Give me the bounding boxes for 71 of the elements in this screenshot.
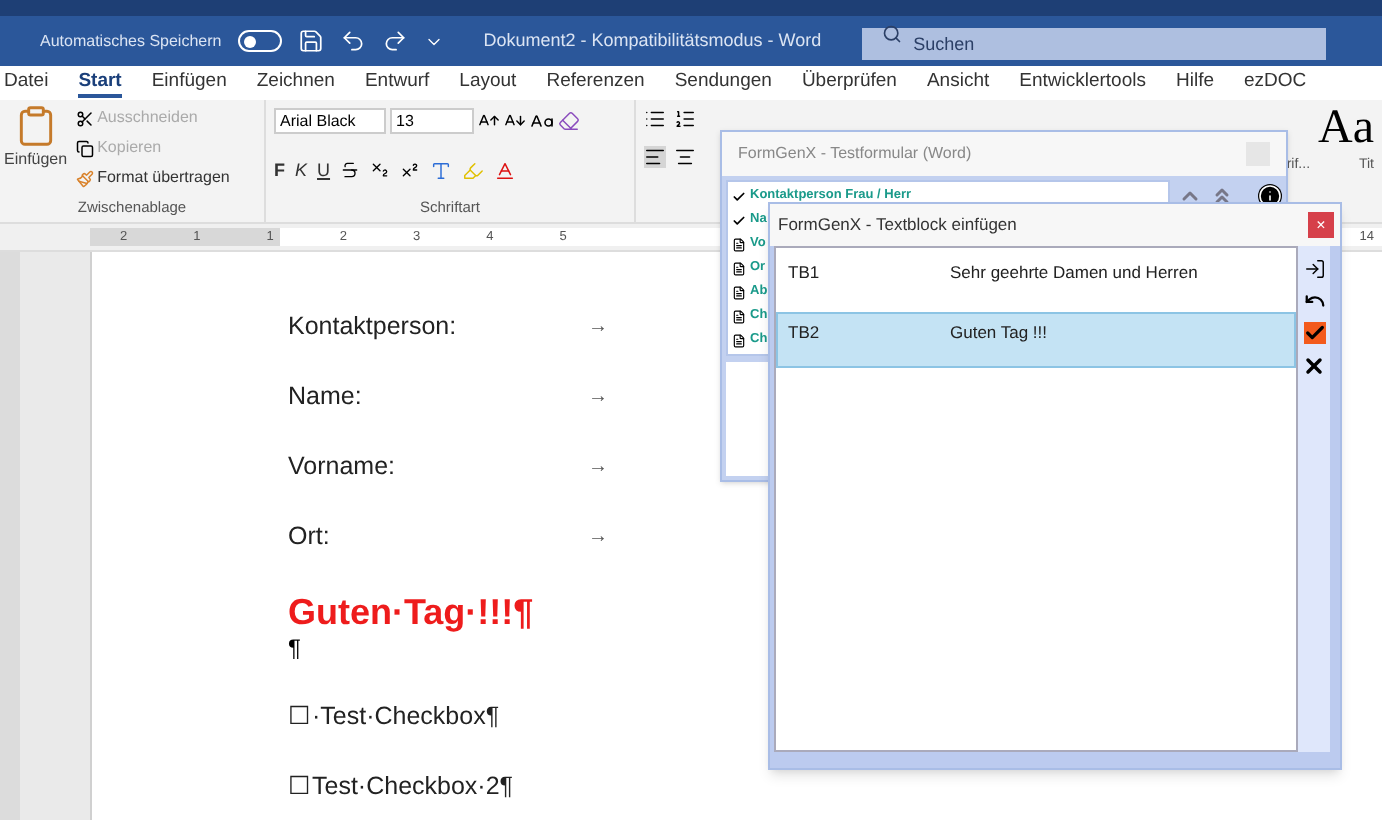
document-icon (732, 333, 746, 347)
scissors-icon (75, 109, 94, 127)
font-size-field[interactable]: 13 (390, 108, 474, 134)
menu-tab[interactable]: Sendungen (674, 68, 772, 98)
checkbox-line: ☐·Test·Checkbox¶ (288, 700, 502, 734)
autosave-toggle[interactable] (237, 30, 282, 52)
undo-icon[interactable] (1303, 290, 1325, 312)
menu-tab[interactable]: Ansicht (926, 68, 990, 98)
menu-tab[interactable]: Hilfe (1175, 68, 1214, 98)
numbered-list-icon[interactable] (674, 108, 696, 130)
table-row[interactable]: TB2 Guten Tag !!! (776, 312, 1296, 368)
undo-icon[interactable] (339, 28, 366, 54)
table-cell-text: TB1 (786, 260, 822, 286)
table-cell-text: TB2 (786, 320, 822, 346)
menu-tab[interactable]: Einfügen (151, 68, 227, 98)
insert-icon[interactable] (1303, 258, 1325, 280)
menu-tab[interactable]: Layout (459, 68, 517, 98)
menu-tab[interactable]: Datei (4, 68, 49, 98)
menu-tab[interactable]: Entwicklertools (1019, 68, 1146, 98)
font-family-field[interactable]: Arial Black (274, 108, 386, 134)
subscript-icon[interactable] (370, 160, 391, 181)
paintbrush-icon (75, 169, 94, 187)
align-left-icon[interactable] (644, 146, 666, 168)
align-center-icon[interactable] (674, 146, 696, 168)
format-button[interactable]: U (317, 157, 331, 185)
field-label: Ort: (288, 520, 332, 555)
menu-tab[interactable]: Entwurf (364, 68, 430, 98)
superscript-icon[interactable] (400, 160, 421, 181)
paste-button[interactable]: Einfügen (4, 148, 68, 172)
table-cell-text: Guten Tag !!! (950, 320, 1048, 346)
menu-tab[interactable]: Zeichnen (256, 68, 335, 98)
format-button[interactable]: F (274, 157, 285, 185)
font-color-icon[interactable] (494, 159, 517, 182)
document-icon (732, 285, 746, 299)
field-label: Kontaktperson: (288, 310, 459, 345)
clipboard-action[interactable]: Format übertragen (97, 166, 230, 190)
strikethrough-icon[interactable] (340, 160, 361, 181)
dialog-title: FormGenX - Textblock einfügen (778, 212, 1019, 238)
field-label: Name: (288, 380, 364, 415)
clear-format-icon[interactable] (558, 110, 580, 132)
style-sample[interactable]: Aa (1318, 100, 1374, 156)
tab-mark: → (588, 524, 608, 552)
checkbox-line: ☐Test·Checkbox·2¶ (288, 770, 516, 804)
search-icon (881, 23, 902, 43)
redo-icon[interactable] (381, 28, 408, 54)
dialog-title: FormGenX - Testformular (Word) (738, 142, 974, 166)
document-icon (732, 261, 746, 275)
close-icon[interactable] (1302, 354, 1326, 378)
tab-mark: → (588, 454, 608, 482)
paragraph-mark: ¶ (288, 632, 303, 664)
top-icon[interactable] (1210, 184, 1234, 208)
table-cell-text: Sehr geehrte Damen und Herren (950, 260, 1198, 286)
autosave-label: Automatisches Speichern (40, 29, 222, 53)
field-label: Vorname: (288, 450, 398, 485)
save-icon[interactable] (297, 28, 324, 54)
menu-tab[interactable]: Überprüfen (801, 68, 897, 98)
window-title: Dokument2 - Kompatibilitätsmodus - Word (483, 27, 822, 54)
menu-tab[interactable]: Referenzen (546, 68, 645, 98)
menu-tab[interactable]: ezDOC (1244, 68, 1307, 98)
document-icon (732, 309, 746, 323)
tab-mark: → (588, 384, 608, 412)
tab-mark: → (588, 314, 608, 342)
search-field[interactable]: Suchen (861, 27, 1326, 59)
document-heading: Guten·Tag·!!!¶ (288, 592, 536, 632)
change-case-icon[interactable] (530, 109, 554, 133)
format-button[interactable]: K (295, 157, 308, 185)
close-button[interactable]: × (1308, 212, 1334, 238)
document-icon (732, 237, 746, 251)
check-icon[interactable] (1303, 322, 1325, 344)
copy-icon (75, 139, 94, 157)
text-effect-icon[interactable] (430, 159, 453, 182)
